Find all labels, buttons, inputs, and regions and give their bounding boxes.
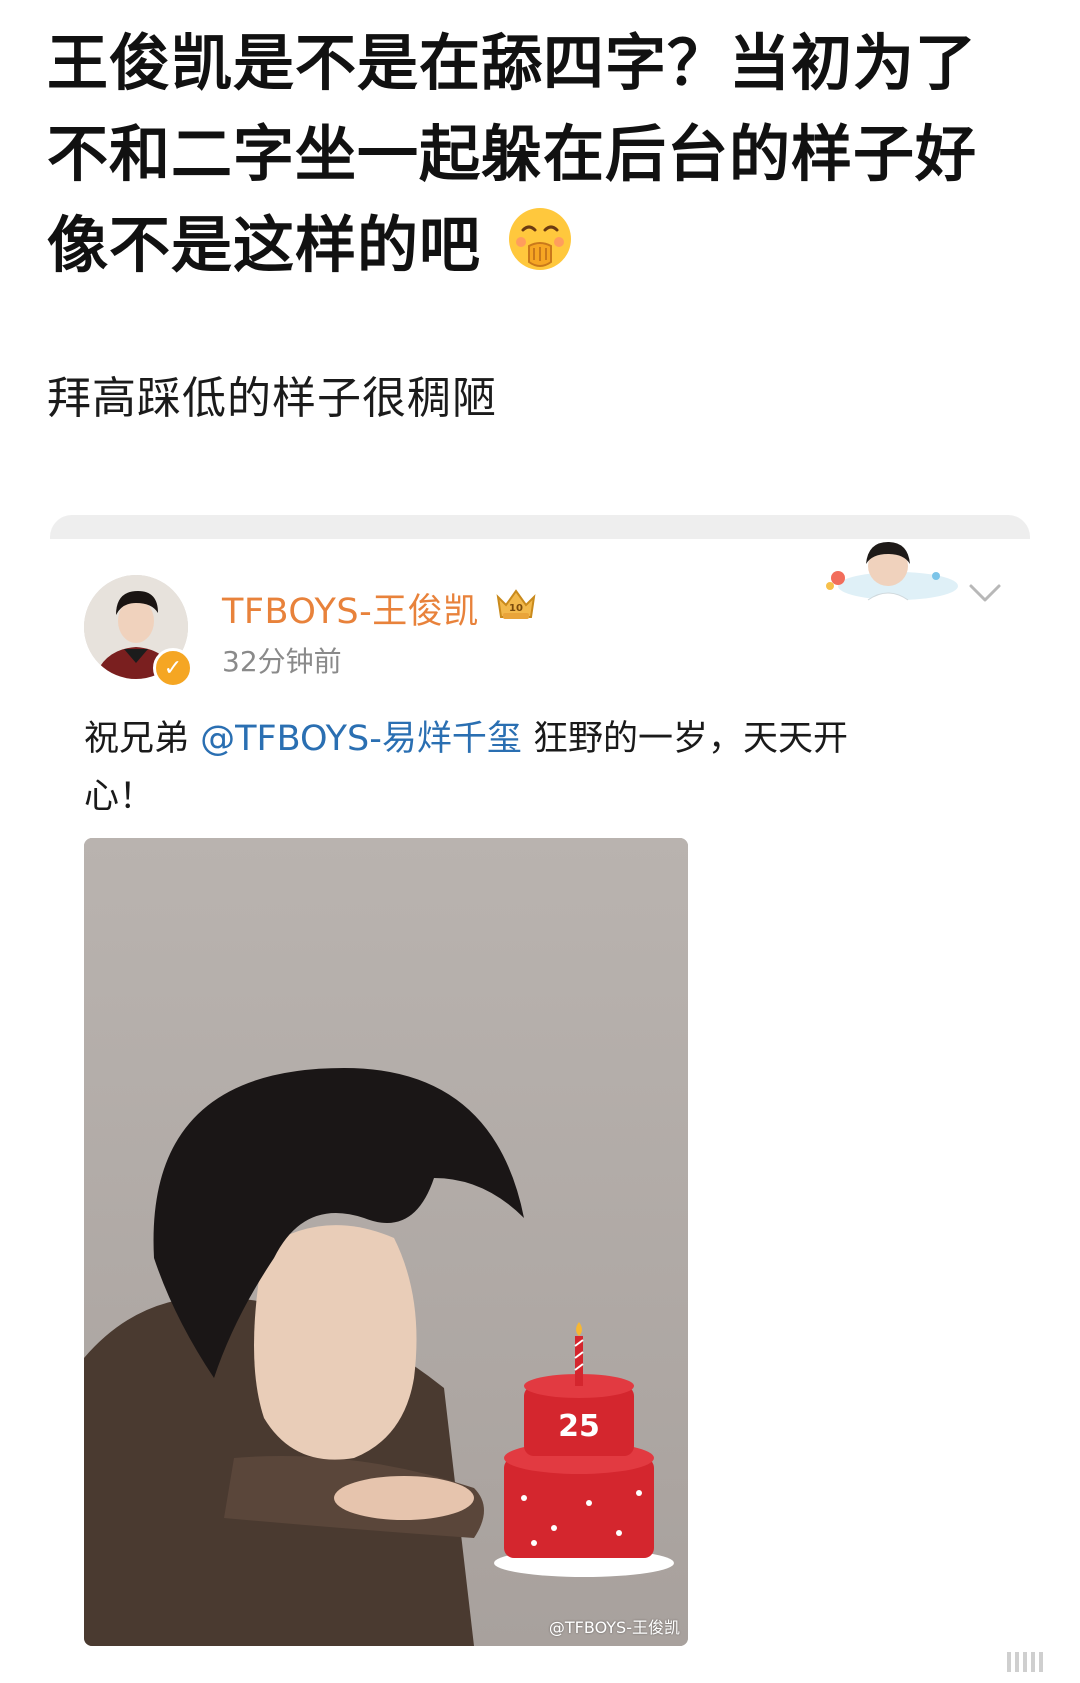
headline-line-3-text: 像不是这样的吧 bbox=[47, 210, 482, 281]
post-headline: 王俊凯是不是在舔四字？当初为了 不和二字坐一起躲在后台的样子好 像不是这样的吧 bbox=[47, 18, 1027, 291]
post-time: 32分钟前 bbox=[222, 645, 342, 678]
mention-link[interactable]: @TFBOYS-易烊千玺 bbox=[200, 719, 522, 759]
headline-line-3: 像不是这样的吧 bbox=[47, 200, 1027, 291]
crown-badge-icon: 10 bbox=[496, 589, 536, 619]
post-username[interactable]: TFBOYS-王俊凯 bbox=[222, 583, 479, 634]
post-photo-illustration: 25 bbox=[84, 838, 688, 1646]
hand-over-mouth-emoji-icon bbox=[509, 208, 572, 270]
svg-text:10: 10 bbox=[509, 603, 523, 614]
chevron-down-icon[interactable] bbox=[968, 582, 1002, 604]
card-decoration-sticker bbox=[826, 542, 958, 601]
cake-number: 25 bbox=[558, 1409, 600, 1444]
photo-watermark: @TFBOYS-王俊凯 bbox=[548, 1618, 680, 1637]
repost-card-top bbox=[50, 515, 1030, 539]
post-body: 祝兄弟 @TFBOYS-易烊千玺 狂野的一岁，天天开 心！ bbox=[84, 710, 964, 826]
headline-line-1: 王俊凯是不是在舔四字？当初为了 bbox=[47, 28, 978, 99]
post-text-prefix: 祝兄弟 bbox=[84, 719, 201, 759]
post-text-suffix: 狂野的一岁，天天开 bbox=[521, 719, 849, 759]
verified-badge-icon: ✓ bbox=[153, 648, 193, 688]
post-photo[interactable]: 25 @TFBOYS-王俊凯 bbox=[84, 838, 688, 1646]
comment-text: 拜高踩低的样子很稠陋 bbox=[47, 373, 497, 424]
headline-line-2: 不和二字坐一起躲在后台的样子好 bbox=[47, 119, 978, 190]
more-bars-icon bbox=[1007, 1652, 1043, 1672]
post-body-line-2: 心！ bbox=[84, 777, 155, 817]
post-body-line-1: 祝兄弟 @TFBOYS-易烊千玺 狂野的一岁，天天开 bbox=[84, 710, 964, 768]
